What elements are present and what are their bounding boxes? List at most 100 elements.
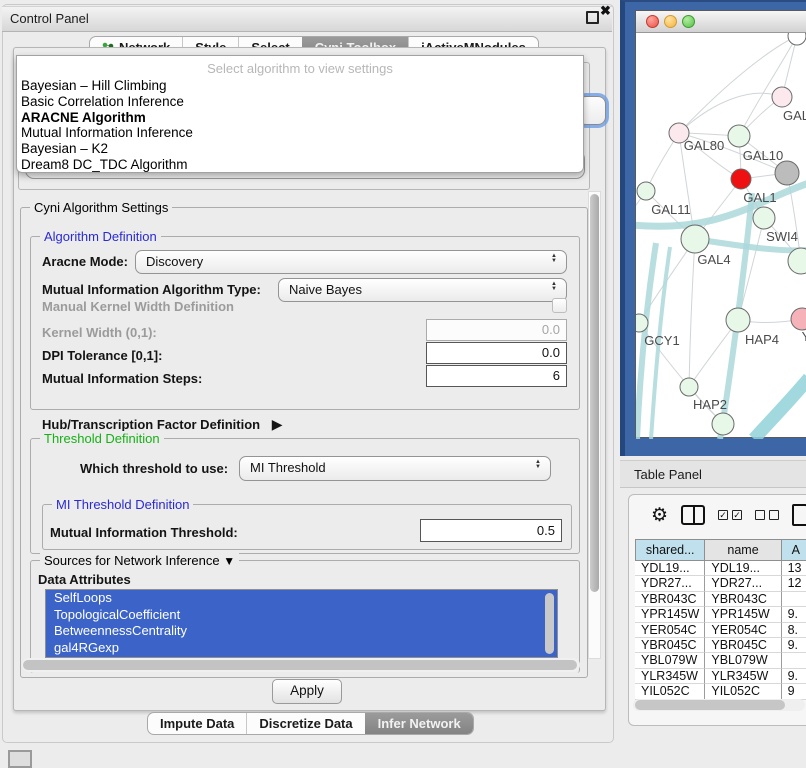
aracne-mode-label: Aracne Mode: — [42, 254, 128, 269]
stepper-icon: ▲▼ — [551, 254, 557, 264]
checked-box-icon: ✓ — [718, 510, 728, 520]
close-icon[interactable]: ✖ — [600, 3, 611, 19]
data-attribute-item[interactable]: BetweennessCentrality — [46, 623, 557, 640]
column-header[interactable]: name — [705, 539, 781, 561]
node-label: GCY1 — [644, 333, 679, 348]
table-cell: 9. — [782, 638, 806, 653]
float-window-icon[interactable] — [586, 11, 599, 24]
network-node-gal1[interactable] — [731, 169, 751, 189]
data-attributes-list[interactable]: SelfLoopsTopologicalCoefficientBetweenne… — [45, 589, 558, 658]
network-node-gal[interactable] — [772, 87, 792, 107]
tab-impute-data[interactable]: Impute Data — [148, 713, 246, 734]
list-scrollbar[interactable] — [545, 593, 554, 654]
table-row[interactable]: YIL052CYIL052C9 — [635, 684, 806, 699]
data-attribute-item[interactable]: TopologicalCoefficient — [46, 607, 557, 624]
table-cell: YLR345W — [635, 669, 705, 684]
data-attribute-item[interactable]: SelfLoops — [46, 590, 557, 607]
minimize-traffic-light[interactable] — [664, 15, 677, 28]
network-node-gal10[interactable] — [728, 125, 750, 147]
network-edge[interactable] — [679, 93, 782, 133]
node-label: GAL80 — [684, 138, 724, 153]
algorithm-option[interactable]: Bayesian – K2 — [17, 141, 583, 157]
which-threshold-select[interactable]: MI Threshold ▲▼ — [239, 456, 551, 481]
tab-infer-network[interactable]: Infer Network — [365, 713, 473, 734]
table-row[interactable]: YER054CYER054C8. — [635, 623, 806, 638]
node-label: SWI4 — [766, 229, 798, 244]
table-horizontal-scrollbar[interactable] — [633, 699, 805, 711]
close-traffic-light[interactable] — [646, 15, 659, 28]
table-toolbar: ⚙ ✓✓ — [629, 495, 806, 535]
apply-button[interactable]: Apply — [272, 679, 342, 704]
network-window-titlebar — [636, 11, 806, 33]
sources-group-title[interactable]: Sources for Network Inference ▼ — [40, 553, 239, 568]
kernel-width-field[interactable]: 0.0 — [426, 319, 567, 341]
network-node-hap4[interactable] — [726, 308, 750, 332]
network-node-hap2[interactable] — [680, 378, 698, 396]
table-cell: YIL052C — [705, 684, 781, 699]
aracne-mode-select[interactable]: Discovery ▲▼ — [135, 250, 567, 274]
table-row[interactable]: YBR043CYBR043C — [635, 592, 806, 607]
settings-vertical-scrollbar[interactable] — [588, 191, 601, 659]
table-row[interactable]: YDR27...YDR27...12 — [635, 576, 806, 591]
table-cell: YBR043C — [705, 592, 781, 607]
table-cell: 9. — [782, 669, 806, 684]
algorithm-option[interactable]: Mutual Information Inference — [17, 125, 583, 141]
settings-horizontal-scrollbar[interactable] — [22, 658, 580, 672]
table-cell: YDL19... — [705, 561, 781, 576]
algorithm-dropdown-list: Bayesian – Hill ClimbingBasic Correlatio… — [17, 78, 583, 173]
table-row[interactable]: YLR345WYLR345W9. — [635, 669, 806, 684]
attribute-table: shared...nameA YDL19...YDL19...13YDR27..… — [635, 539, 806, 700]
table-cell: 12 — [782, 576, 806, 591]
zoom-traffic-light[interactable] — [682, 15, 695, 28]
network-node[interactable] — [775, 161, 799, 185]
network-node[interactable] — [788, 33, 806, 45]
algorithm-option[interactable]: Bayesian – Hill Climbing — [17, 78, 583, 94]
table-cell: YER054C — [705, 623, 781, 638]
settings-group-title: Cyni Algorithm Settings — [30, 200, 172, 215]
network-node-y[interactable] — [791, 308, 806, 330]
network-canvas[interactable]: GALGAL80GAL10GAL1GAL11SWI4GAL4GCY1HAP4YH… — [636, 33, 806, 439]
mi-steps-field[interactable]: 6 — [426, 365, 567, 387]
table-cell: YDR27... — [705, 576, 781, 591]
network-node-gal11[interactable] — [637, 182, 655, 200]
table-file-icon[interactable] — [792, 504, 806, 526]
table-row[interactable]: YBL079WYBL079W — [635, 653, 806, 668]
network-edge[interactable] — [754, 378, 806, 439]
table-row[interactable]: YPR145WYPR145W9. — [635, 607, 806, 622]
algorithm-option[interactable]: Dream8 DC_TDC Algorithm — [17, 157, 583, 173]
table-cell: 13 — [782, 561, 806, 576]
deselect-all-icon[interactable] — [755, 510, 779, 520]
algorithm-definition-title: Algorithm Definition — [40, 229, 161, 244]
network-node[interactable] — [712, 413, 734, 435]
node-label: GAL — [783, 108, 806, 123]
table-cell: YBL079W — [635, 653, 705, 668]
algorithm-option[interactable]: ARACNE Algorithm — [17, 110, 583, 126]
select-all-icon[interactable]: ✓✓ — [718, 510, 742, 520]
column-header[interactable]: A — [782, 539, 806, 561]
dpi-tolerance-field[interactable]: 0.0 — [426, 342, 567, 364]
table-row[interactable]: YBR045CYBR045C9. — [635, 638, 806, 653]
mi-threshold-field[interactable]: 0.5 — [420, 519, 562, 542]
table-cell: 8. — [782, 623, 806, 638]
algorithm-option[interactable]: Basic Correlation Inference — [17, 94, 583, 110]
checked-box-icon: ✓ — [732, 510, 742, 520]
mi-algorithm-type-select[interactable]: Naive Bayes ▲▼ — [278, 278, 567, 302]
network-edge[interactable] — [689, 239, 695, 387]
control-panel-title: Control Panel — [10, 11, 89, 26]
corner-widget[interactable] — [8, 750, 32, 768]
table-cell — [782, 592, 806, 607]
data-attributes-label: Data Attributes — [38, 572, 131, 587]
node-label: HAP2 — [693, 397, 727, 412]
data-attribute-item[interactable]: gal4RGexp — [46, 640, 557, 657]
manual-kernel-width-checkbox[interactable] — [552, 298, 567, 313]
table-cell: YPR145W — [635, 607, 705, 622]
table-cell: YIL052C — [635, 684, 705, 699]
column-view-icon[interactable] — [681, 505, 705, 525]
network-node-gal4[interactable] — [681, 225, 709, 253]
network-node-swi4[interactable] — [753, 207, 775, 229]
tab-discretize-data[interactable]: Discretize Data — [246, 713, 364, 734]
table-cell: YBL079W — [705, 653, 781, 668]
column-header[interactable]: shared... — [635, 539, 705, 561]
table-row[interactable]: YDL19...YDL19...13 — [635, 561, 806, 576]
settings-gear-icon[interactable]: ⚙ — [651, 506, 668, 525]
